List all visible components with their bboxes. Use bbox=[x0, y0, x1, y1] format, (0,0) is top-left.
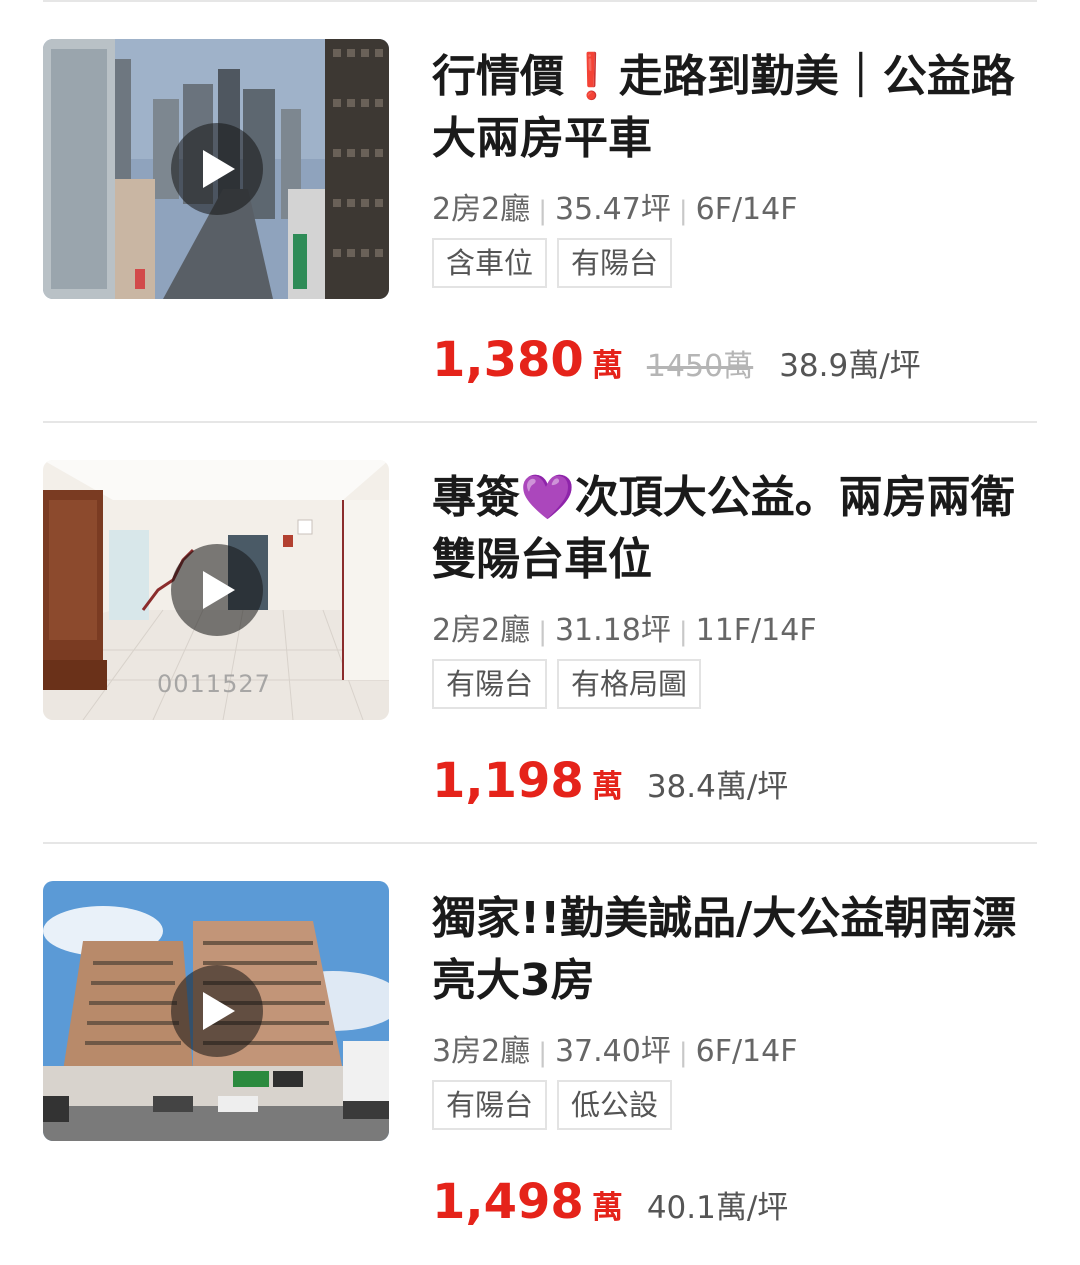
listing-title[interactable]: 行情價❗走路到勤美｜公益路大兩房平車 bbox=[432, 46, 1032, 170]
price-row: 1,198 萬 38.4萬/坪 bbox=[432, 753, 788, 813]
spec-size: 35.47坪 bbox=[554, 192, 671, 227]
listing-thumbnail[interactable] bbox=[43, 881, 389, 1141]
listing-tags: 有陽台 有格局圖 bbox=[432, 659, 702, 709]
price: 1,380 bbox=[432, 332, 584, 388]
listing-tags: 有陽台 低公設 bbox=[432, 1080, 673, 1130]
price-unit: 萬 bbox=[591, 348, 623, 384]
price-row: 1,380 萬 1450萬 38.9萬/坪 bbox=[432, 332, 921, 392]
listing-card[interactable]: 行情價❗走路到勤美｜公益路大兩房平車 2房2廳 | 35.47坪 | 6F/14F 含車… bbox=[0, 2, 1080, 423]
price: 1,498 bbox=[432, 1174, 584, 1230]
feature-tag: 低公設 bbox=[557, 1080, 673, 1130]
photo-watermark: 0011527 bbox=[157, 670, 271, 698]
price-unit: 萬 bbox=[591, 1190, 623, 1226]
spec-size: 31.18坪 bbox=[554, 613, 671, 648]
listing-card[interactable]: 獨家!!勤美誠品/大公益朝南漂亮大3房 3房2廳 | 37.40坪 | 6F/14F 有… bbox=[0, 844, 1080, 1265]
spec-separator: | bbox=[538, 617, 547, 647]
original-price: 1450萬 bbox=[646, 349, 754, 384]
listing-specs: 2房2廳 | 35.47坪 | 6F/14F bbox=[432, 184, 798, 228]
play-icon bbox=[203, 992, 235, 1030]
unit-price: 38.4萬/坪 bbox=[646, 769, 789, 805]
price-unit: 萬 bbox=[591, 769, 623, 805]
spec-floor: 6F/14F bbox=[695, 192, 798, 227]
listing-specs: 2房2廳 | 31.18坪 | 11F/14F bbox=[432, 605, 817, 649]
unit-price: 40.1萬/坪 bbox=[646, 1190, 789, 1226]
feature-tag: 有陽台 bbox=[432, 659, 548, 709]
listing-tags: 含車位 有陽台 bbox=[432, 238, 673, 288]
play-button[interactable] bbox=[171, 965, 263, 1057]
spec-floor: 11F/14F bbox=[695, 613, 817, 648]
price: 1,198 bbox=[432, 753, 584, 809]
play-icon bbox=[203, 571, 235, 609]
listing-thumbnail[interactable] bbox=[43, 39, 389, 299]
feature-tag: 有格局圖 bbox=[557, 659, 702, 709]
spec-layout: 2房2廳 bbox=[432, 613, 531, 648]
price-row: 1,498 萬 40.1萬/坪 bbox=[432, 1174, 788, 1234]
feature-tag: 有陽台 bbox=[557, 238, 673, 288]
spec-separator: | bbox=[678, 1038, 688, 1068]
spec-separator: | bbox=[538, 196, 547, 226]
spec-size: 37.40坪 bbox=[554, 1034, 671, 1069]
feature-tag: 有陽台 bbox=[432, 1080, 548, 1130]
spec-separator: | bbox=[678, 617, 688, 647]
listing-title[interactable]: 專簽💜次頂大公益。兩房兩衛雙陽台車位 bbox=[432, 467, 1032, 591]
listing-title[interactable]: 獨家!!勤美誠品/大公益朝南漂亮大3房 bbox=[432, 888, 1032, 1012]
play-button[interactable] bbox=[171, 544, 263, 636]
unit-price: 38.9萬/坪 bbox=[779, 348, 921, 384]
play-icon bbox=[203, 150, 235, 188]
spec-layout: 2房2廳 bbox=[432, 192, 531, 227]
play-button[interactable] bbox=[171, 123, 263, 215]
spec-floor: 6F/14F bbox=[695, 1034, 798, 1069]
spec-separator: | bbox=[678, 196, 688, 226]
spec-layout: 3房2廳 bbox=[432, 1034, 531, 1069]
feature-tag: 含車位 bbox=[432, 238, 548, 288]
listing-card[interactable]: 0011527 專簽💜次頂大公益。兩房兩衛雙陽台車位 2房2廳 | 31.18坪 | 1… bbox=[0, 423, 1080, 844]
spec-separator: | bbox=[538, 1038, 547, 1068]
listing-specs: 3房2廳 | 37.40坪 | 6F/14F bbox=[432, 1026, 798, 1070]
listing-thumbnail[interactable]: 0011527 bbox=[43, 460, 389, 720]
